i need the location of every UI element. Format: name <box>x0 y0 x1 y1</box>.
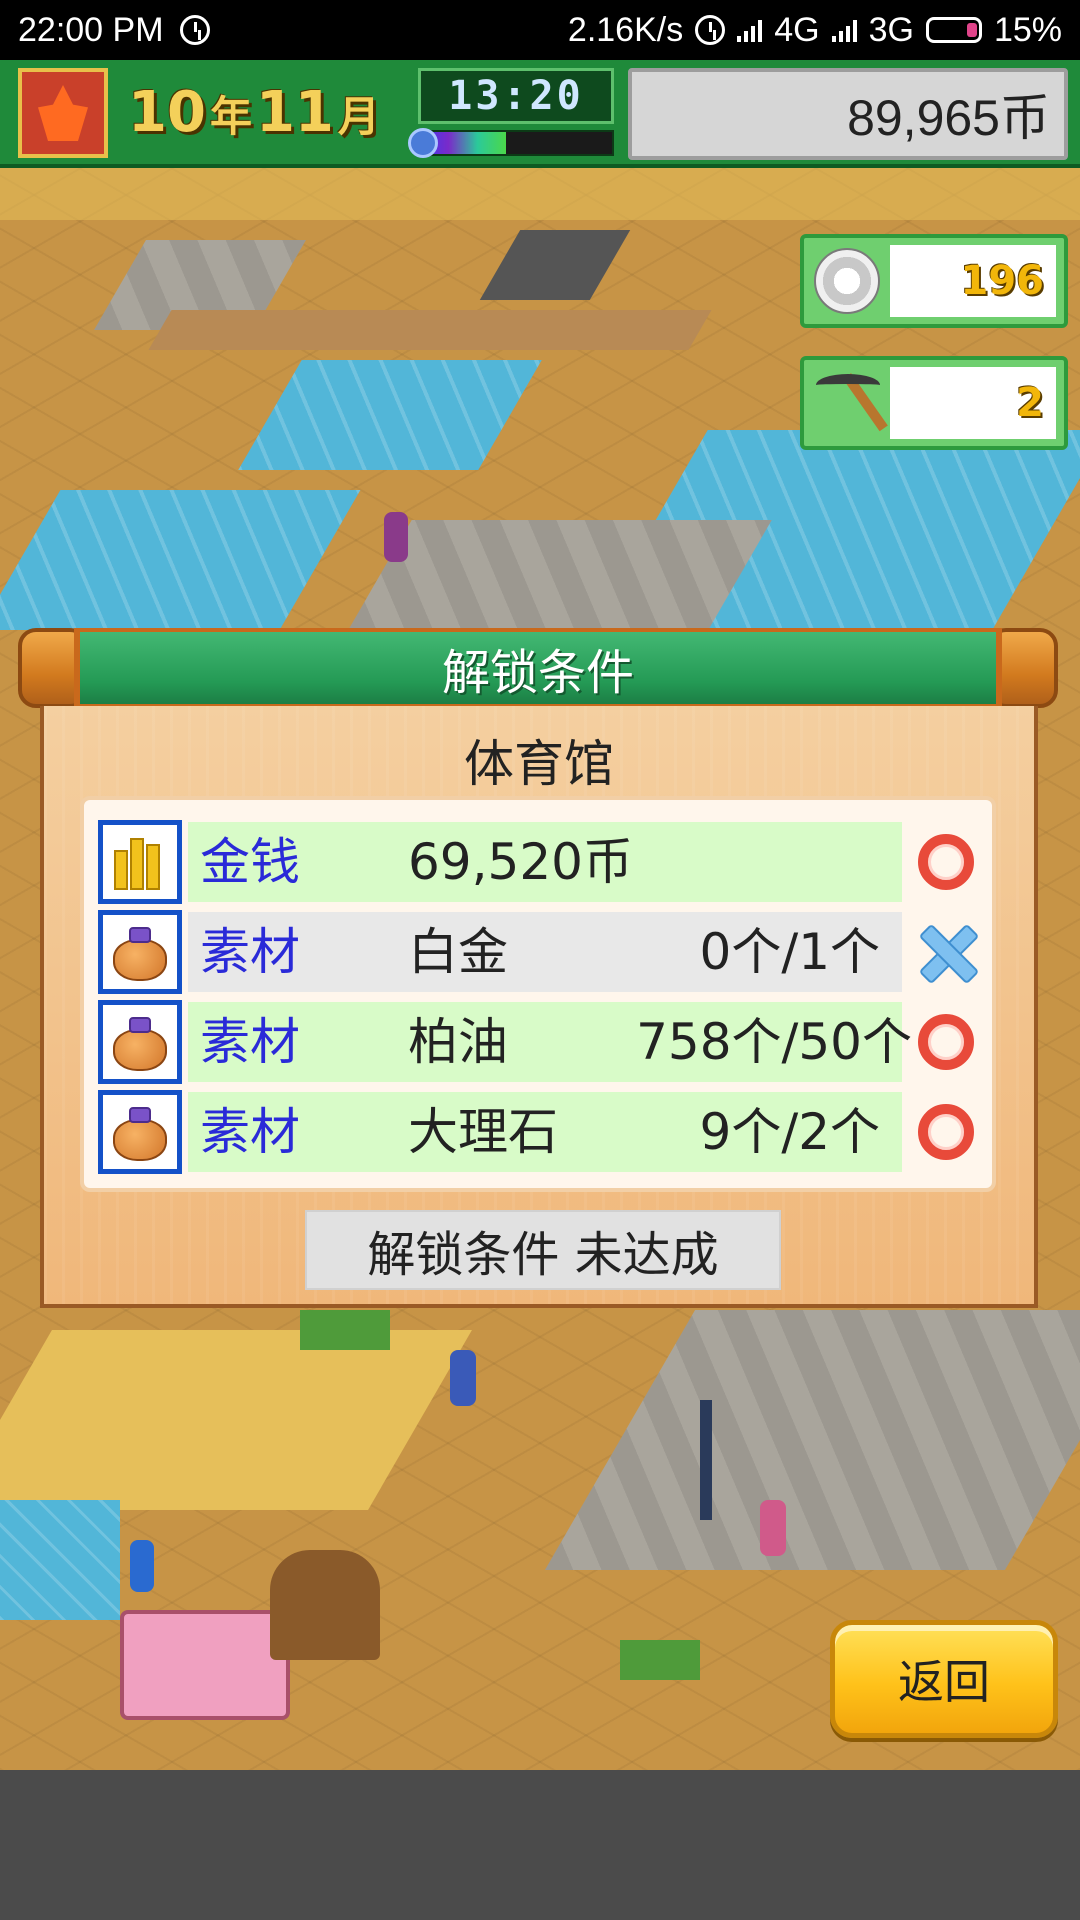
back-button[interactable]: 返回 <box>830 1620 1058 1738</box>
pickaxe-counter[interactable]: 2 <box>800 356 1068 450</box>
bottom-blank-area <box>0 1770 1080 1920</box>
silver-medal-icon <box>814 248 880 314</box>
visitor-sprite <box>130 1540 154 1592</box>
medal-count: 196 <box>890 245 1056 317</box>
money-display: 89,965币 <box>628 68 1068 160</box>
pickaxe-count: 2 <box>890 367 1056 439</box>
year-value: 10 <box>128 80 206 145</box>
condition-met-icon <box>914 830 978 894</box>
material-bag-icon <box>109 923 171 981</box>
dialog-title: 解锁条件 <box>74 628 1002 708</box>
top-hud: 10 年 11 月 13:20 89,965币 <box>0 60 1080 168</box>
map-sand-area <box>0 1330 472 1510</box>
condition-icon-box <box>98 1000 182 1084</box>
month-value: 11 <box>255 80 334 145</box>
status-time: 22:00 PM <box>18 10 164 49</box>
month-unit: 月 <box>337 92 380 141</box>
signal-icon <box>737 18 763 42</box>
unlock-conditions-dialog: 体育馆 金钱 69,520币 素材 白金 0个/1个 素材 柏油 758个/50… <box>40 706 1038 1308</box>
food-truck <box>120 1610 290 1720</box>
condition-kind: 素材 <box>200 1103 300 1161</box>
condition-icon-box <box>98 910 182 994</box>
gear-icon <box>408 128 438 158</box>
game-date: 10 年 11 月 <box>128 80 380 150</box>
visitor-sprite <box>384 512 408 562</box>
medal-counter[interactable]: 196 <box>800 234 1068 328</box>
system-status-bar: 22:00 PM 2.16K/s 4G 3G 15% <box>0 0 1080 60</box>
map-pool <box>0 1500 120 1620</box>
battery-level: 15% <box>993 10 1062 49</box>
bakery-stall <box>270 1550 380 1660</box>
condition-row-money: 金钱 69,520币 <box>98 820 982 904</box>
condition-strip: 金钱 69,520币 <box>188 822 902 902</box>
material-bag-icon <box>109 1103 171 1161</box>
clock-icon <box>695 15 726 45</box>
network-speed: 2.16K/s <box>567 10 684 49</box>
map-stone-plaza <box>544 1310 1080 1570</box>
condition-row-marble: 素材 大理石 9个/2个 <box>98 1090 982 1174</box>
condition-kind: 金钱 <box>200 833 300 891</box>
condition-icon-box <box>98 820 182 904</box>
condition-strip: 素材 大理石 9个/2个 <box>188 1092 902 1172</box>
map-dark-tile <box>479 230 631 300</box>
map-pool <box>238 360 542 470</box>
condition-strip: 素材 白金 0个/1个 <box>188 912 902 992</box>
condition-strip: 素材 柏油 758个/50个 <box>188 1002 912 1082</box>
signal-icon-2 <box>831 18 857 42</box>
visitor-sprite <box>760 1500 786 1556</box>
street-lamp <box>700 1400 712 1520</box>
map-grass-patch <box>300 1310 390 1350</box>
condition-icon-box <box>98 1090 182 1174</box>
time-progress-bar <box>408 128 614 158</box>
year-unit: 年 <box>209 92 252 141</box>
gold-bars-icon <box>110 834 170 890</box>
condition-item: 69,520币 <box>408 833 633 891</box>
condition-met-icon <box>914 1010 978 1074</box>
network-type-2: 3G <box>868 10 914 49</box>
map-path <box>148 310 712 350</box>
game-clock: 13:20 <box>418 68 614 124</box>
condition-kind: 素材 <box>200 1013 300 1071</box>
alarm-icon <box>179 15 210 45</box>
condition-quantity: 9个/2个 <box>699 1103 880 1161</box>
material-bag-icon <box>109 1013 171 1071</box>
network-type-1: 4G <box>774 10 820 49</box>
condition-quantity: 758个/50个 <box>636 1013 912 1071</box>
conditions-list: 金钱 69,520币 素材 白金 0个/1个 素材 柏油 758个/50个 素材… <box>80 796 996 1192</box>
map-grass-patch <box>620 1640 700 1680</box>
facility-name: 体育馆 <box>464 735 614 793</box>
battery-icon <box>925 17 982 43</box>
condition-item: 白金 <box>408 923 508 981</box>
condition-item: 柏油 <box>408 1013 508 1071</box>
dialog-header: 解锁条件 <box>18 628 1058 708</box>
pickaxe-icon <box>812 368 888 438</box>
map-stone-plaza <box>348 520 772 630</box>
condition-unmet-icon <box>914 920 978 984</box>
condition-row-platinum: 素材 白金 0个/1个 <box>98 910 982 994</box>
condition-kind: 素材 <box>200 923 300 981</box>
visitor-sprite <box>450 1350 476 1406</box>
condition-quantity: 0个/1个 <box>699 923 880 981</box>
condition-met-icon <box>914 1100 978 1164</box>
unlock-status: 解锁条件 未达成 <box>305 1210 781 1290</box>
rank-emblem-icon[interactable] <box>18 68 108 158</box>
condition-item: 大理石 <box>408 1103 558 1161</box>
map-pool <box>0 490 361 630</box>
condition-row-asphalt: 素材 柏油 758个/50个 <box>98 1000 982 1084</box>
